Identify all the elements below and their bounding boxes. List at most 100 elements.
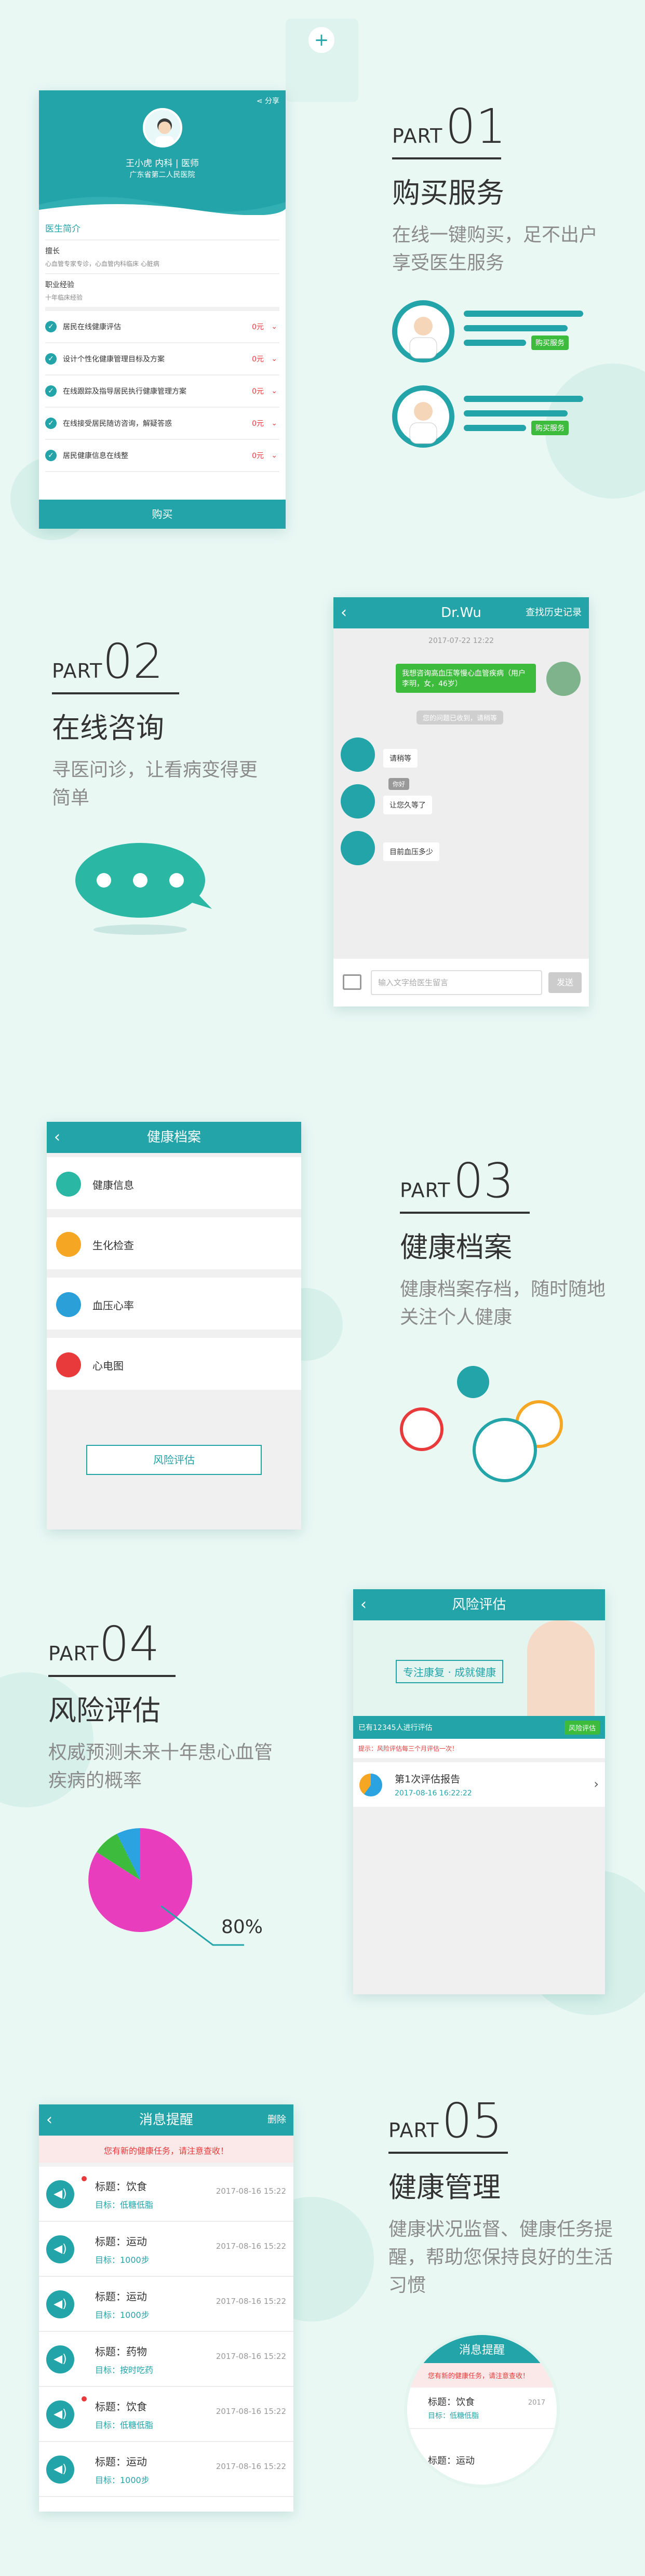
message-item[interactable]: ◀) 标题：运动 目标：1000步 2017-08-16 15:22 xyxy=(39,2277,293,2332)
eval-count: 已有12345人进行评估 xyxy=(358,1724,433,1732)
service-name: 居民健康信息在线整 xyxy=(63,452,128,460)
plus-icon: + xyxy=(308,27,334,53)
message-title: 标题：饮食 xyxy=(95,2180,147,2193)
chevron-right-icon: › xyxy=(594,1777,599,1791)
image-icon[interactable] xyxy=(343,974,361,990)
message-input[interactable]: 输入文字给医生留言 xyxy=(371,970,542,995)
speaker-icon: ◀) xyxy=(46,2290,74,2318)
task-alert: 您有新的健康任务，请注意查收！ xyxy=(39,2136,293,2167)
doctor-name: 王小虎 内科 | 医师 xyxy=(126,158,199,169)
message-title: 标题：运动 xyxy=(95,2235,147,2248)
health-icons-cluster xyxy=(395,1361,576,1491)
record-item-ecg[interactable]: 心电图 xyxy=(47,1338,301,1390)
service-price: 0元 xyxy=(252,387,264,396)
report-pie-icon xyxy=(359,1774,382,1796)
buy-button[interactable]: 购买 xyxy=(39,500,286,529)
check-icon: ✓ xyxy=(45,353,57,365)
report-item[interactable]: 第1次评估报告 2017-08-16 16:22:22 › xyxy=(353,1762,605,1807)
service-price: 0元 xyxy=(252,323,264,331)
eval-button[interactable]: 风险评估 xyxy=(564,1721,600,1735)
part-label: PART xyxy=(48,1642,99,1665)
zoom-msg-date: 2017 xyxy=(528,2399,545,2407)
message-item[interactable]: ◀) 标题：运动 目标：1000步 2017-08-16 15:22 xyxy=(39,2222,293,2277)
risk-phone: ‹ 风险评估 专注康复 · 成就健康 已有12345人进行评估 风险评估 提示：风… xyxy=(353,1589,605,1994)
specialty-label: 擅长 xyxy=(45,247,60,256)
message-item[interactable]: ◀) 标题：运动 目标：1000步 2017-08-16 15:22 xyxy=(39,2442,293,2497)
chat-phone: ‹ Dr.Wu 查找历史记录 2017-07-22 12:22 我想咨询高血压等慢心… xyxy=(333,597,589,1007)
service-item[interactable]: ✓ 居民健康信息在线整 0元 ⌄ xyxy=(45,440,279,472)
speaker-icon: ◀) xyxy=(46,2456,74,2484)
section-title: 购买服务 xyxy=(392,177,504,209)
message-goal: 目标：1000步 xyxy=(95,2310,150,2320)
message-goal: 目标：低糖低脂 xyxy=(95,2200,154,2210)
report-date: 2017-08-16 16:22:22 xyxy=(395,1789,472,1797)
record-item-label: 心电图 xyxy=(92,1360,124,1372)
record-item-biochem[interactable]: 生化检查 xyxy=(47,1217,301,1269)
part-number: 02 xyxy=(102,634,164,689)
share-button[interactable]: ⋖ 分享 xyxy=(257,96,279,106)
message-goal: 目标：低糖低脂 xyxy=(95,2420,154,2430)
section-desc: 寻医问诊，让看病变得更简单 xyxy=(52,759,258,809)
service-item[interactable]: ✓ 设计个性化健康管理目标及方案 0元 ⌄ xyxy=(45,343,279,375)
message-title: 标题：运动 xyxy=(95,2456,147,2468)
back-icon[interactable]: ‹ xyxy=(360,1589,367,1620)
speaker-icon: ◀) xyxy=(46,2345,74,2373)
section-title: 在线咨询 xyxy=(52,712,164,744)
speaker-icon: ◀) xyxy=(46,2400,74,2429)
message-item[interactable]: ◀) 标题：药物 目标：按时吃药 2017-08-16 15:22 xyxy=(39,2332,293,2387)
experience-label: 职业经验 xyxy=(45,281,74,289)
heart-icon xyxy=(400,1407,444,1451)
send-button[interactable]: 发送 xyxy=(548,972,582,993)
experience-text: 十年临床经验 xyxy=(45,294,83,301)
back-icon[interactable]: ‹ xyxy=(54,1122,60,1153)
check-icon: ✓ xyxy=(45,321,57,332)
message-item[interactable]: ◀) 标题：饮食 目标：低糖低脂 2017-08-16 15:22 xyxy=(39,2167,293,2222)
specialty-text: 心血管专家专诊，心血管内科临床 心脏病 xyxy=(45,260,159,267)
patient-avatar xyxy=(546,662,581,696)
message-goal: 目标：按时吃药 xyxy=(95,2365,154,2375)
service-item[interactable]: ✓ 居民在线健康评估 0元 ⌄ xyxy=(45,311,279,343)
buy-service-tag[interactable]: 购买服务 xyxy=(531,336,569,350)
reply-message: 请稍等 xyxy=(383,749,418,768)
delete-button[interactable]: 删除 xyxy=(267,2104,286,2136)
service-item[interactable]: ✓ 在线跟踪及指导居民执行健康管理方案 0元 ⌄ xyxy=(45,375,279,408)
history-link[interactable]: 查找历史记录 xyxy=(526,597,582,628)
section-desc: 在线一键购买，足不出户享受医生服务 xyxy=(392,224,598,274)
chevron-down-icon: ⌄ xyxy=(271,387,277,395)
record-item-blood-pressure[interactable]: 血压心率 xyxy=(47,1278,301,1330)
zoom-msg-title: 标题：饮食 xyxy=(428,2397,475,2408)
record-item-label: 健康信息 xyxy=(92,1179,134,1191)
banner-text: 专注康复 · 成就健康 xyxy=(396,1660,504,1683)
message-goal: 目标：1000步 xyxy=(95,2255,150,2265)
buy-service-tag[interactable]: 购买服务 xyxy=(531,421,569,435)
pie-chart: 80% xyxy=(88,1828,291,1960)
health-info-icon xyxy=(56,1172,81,1197)
doctor-avatar xyxy=(341,737,375,772)
part-number: 03 xyxy=(453,1153,514,1209)
record-item-health-info[interactable]: 健康信息 xyxy=(47,1157,301,1209)
message-title: 标题：运动 xyxy=(95,2290,147,2303)
back-icon[interactable]: ‹ xyxy=(341,597,347,628)
message-title: 标题：药物 xyxy=(95,2345,147,2358)
risk-eval-button[interactable]: 风险评估 xyxy=(86,1445,262,1475)
pie-percentage-label: 80% xyxy=(221,1916,263,1938)
back-icon[interactable]: ‹ xyxy=(46,2104,52,2136)
message-item[interactable]: ◀) 标题：饮食目标：低糖低脂 2017-08-16 15:22 xyxy=(39,2387,293,2442)
service-card-2: 购买服务 xyxy=(392,385,584,448)
section-title: 健康管理 xyxy=(388,2171,501,2204)
message-title: 标题：饮食 xyxy=(95,2400,147,2413)
service-item[interactable]: ✓ 在线接受居民随访咨询，解疑答惑 0元 ⌄ xyxy=(45,408,279,440)
report-title: 第1次评估报告 xyxy=(395,1774,461,1785)
ecg-icon xyxy=(56,1352,81,1377)
service-name: 在线跟踪及指导居民执行健康管理方案 xyxy=(63,387,186,396)
message-date: 2017-08-16 15:22 xyxy=(216,2407,286,2416)
part-label: PART xyxy=(392,125,443,147)
medical-kit-icon xyxy=(473,1418,537,1482)
section-title: 风险评估 xyxy=(48,1694,160,1727)
speaker-icon: ◀) xyxy=(46,2180,74,2208)
purchase-phone: ⋖ 分享 王小虎 内科 | 医师 广东省第二人民医院 医生简介 擅长 心血管专家… xyxy=(39,90,286,529)
service-price: 0元 xyxy=(252,452,264,460)
biochem-icon xyxy=(56,1232,81,1257)
check-icon: ✓ xyxy=(45,385,57,397)
reply-message: 目前血压多少 xyxy=(383,842,439,861)
